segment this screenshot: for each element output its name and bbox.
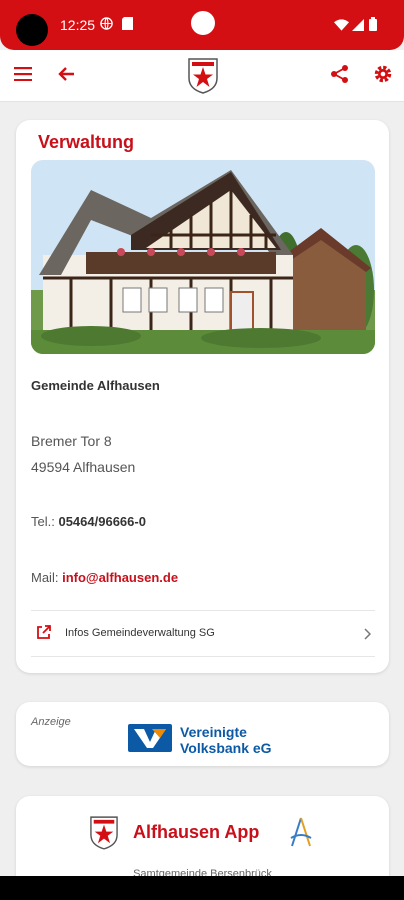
back-button[interactable] [52, 62, 80, 90]
crest-logo [90, 816, 118, 855]
camera-cutout [16, 14, 48, 46]
chevron-right-icon [363, 627, 372, 645]
organization-name: Gemeinde Alfhausen [31, 378, 160, 393]
gear-icon [373, 64, 393, 89]
volksbank-name-line2: Volksbank eG [180, 740, 272, 756]
divider [31, 610, 375, 611]
menu-button[interactable] [9, 62, 37, 90]
globe-icon [100, 17, 113, 35]
status-time: 12:25 [60, 17, 96, 33]
mail-label: Mail: [31, 570, 59, 585]
advertisement-card[interactable]: Anzeige Vereinigte Volksbank eG [16, 702, 389, 766]
mail-link[interactable]: info@alfhausen.de [62, 570, 178, 585]
ad-label: Anzeige [31, 716, 71, 728]
divider [31, 656, 375, 657]
app-title: Alfhausen App [133, 822, 260, 842]
samtgemeinde-logo-icon [288, 816, 314, 855]
crest-logo [188, 58, 218, 99]
share-icon [330, 64, 350, 89]
address-street: Bremer Tor 8 [31, 433, 112, 449]
system-navigation-bar [0, 876, 404, 900]
settings-button[interactable] [369, 62, 397, 90]
card-title: Verwaltung [38, 132, 135, 152]
address-city: 49594 Alfhausen [31, 459, 136, 475]
phone-label: Tel.: [31, 514, 55, 529]
wifi-icon [334, 18, 349, 36]
phone-line: Tel.: 05464/96666-0 [31, 514, 146, 529]
administration-card: Verwaltung Gemeinde Alfhausen Bremer Tor… [16, 120, 389, 673]
town-hall-photo [31, 160, 375, 354]
app-bar [0, 50, 404, 102]
mail-line: Mail: info@alfhausen.de [31, 570, 178, 585]
infos-gemeindeverwaltung-link[interactable]: Infos Gemeindeverwaltung SG [31, 620, 375, 648]
phone-number[interactable]: 05464/96666-0 [58, 514, 145, 529]
battery-icon [369, 17, 377, 36]
external-link-icon [36, 625, 51, 645]
hamburger-menu-icon [14, 66, 32, 86]
arrow-left-icon [57, 66, 75, 87]
front-camera-dot [191, 11, 215, 35]
share-button[interactable] [326, 62, 354, 90]
sim-card-icon [122, 17, 133, 35]
volksbank-name-line1: Vereinigte [180, 724, 247, 740]
link-label: Infos Gemeindeverwaltung SG [65, 627, 215, 639]
signal-icon [352, 18, 364, 36]
status-bar: 12:25 [0, 0, 404, 50]
volksbank-logo-icon [128, 724, 172, 752]
